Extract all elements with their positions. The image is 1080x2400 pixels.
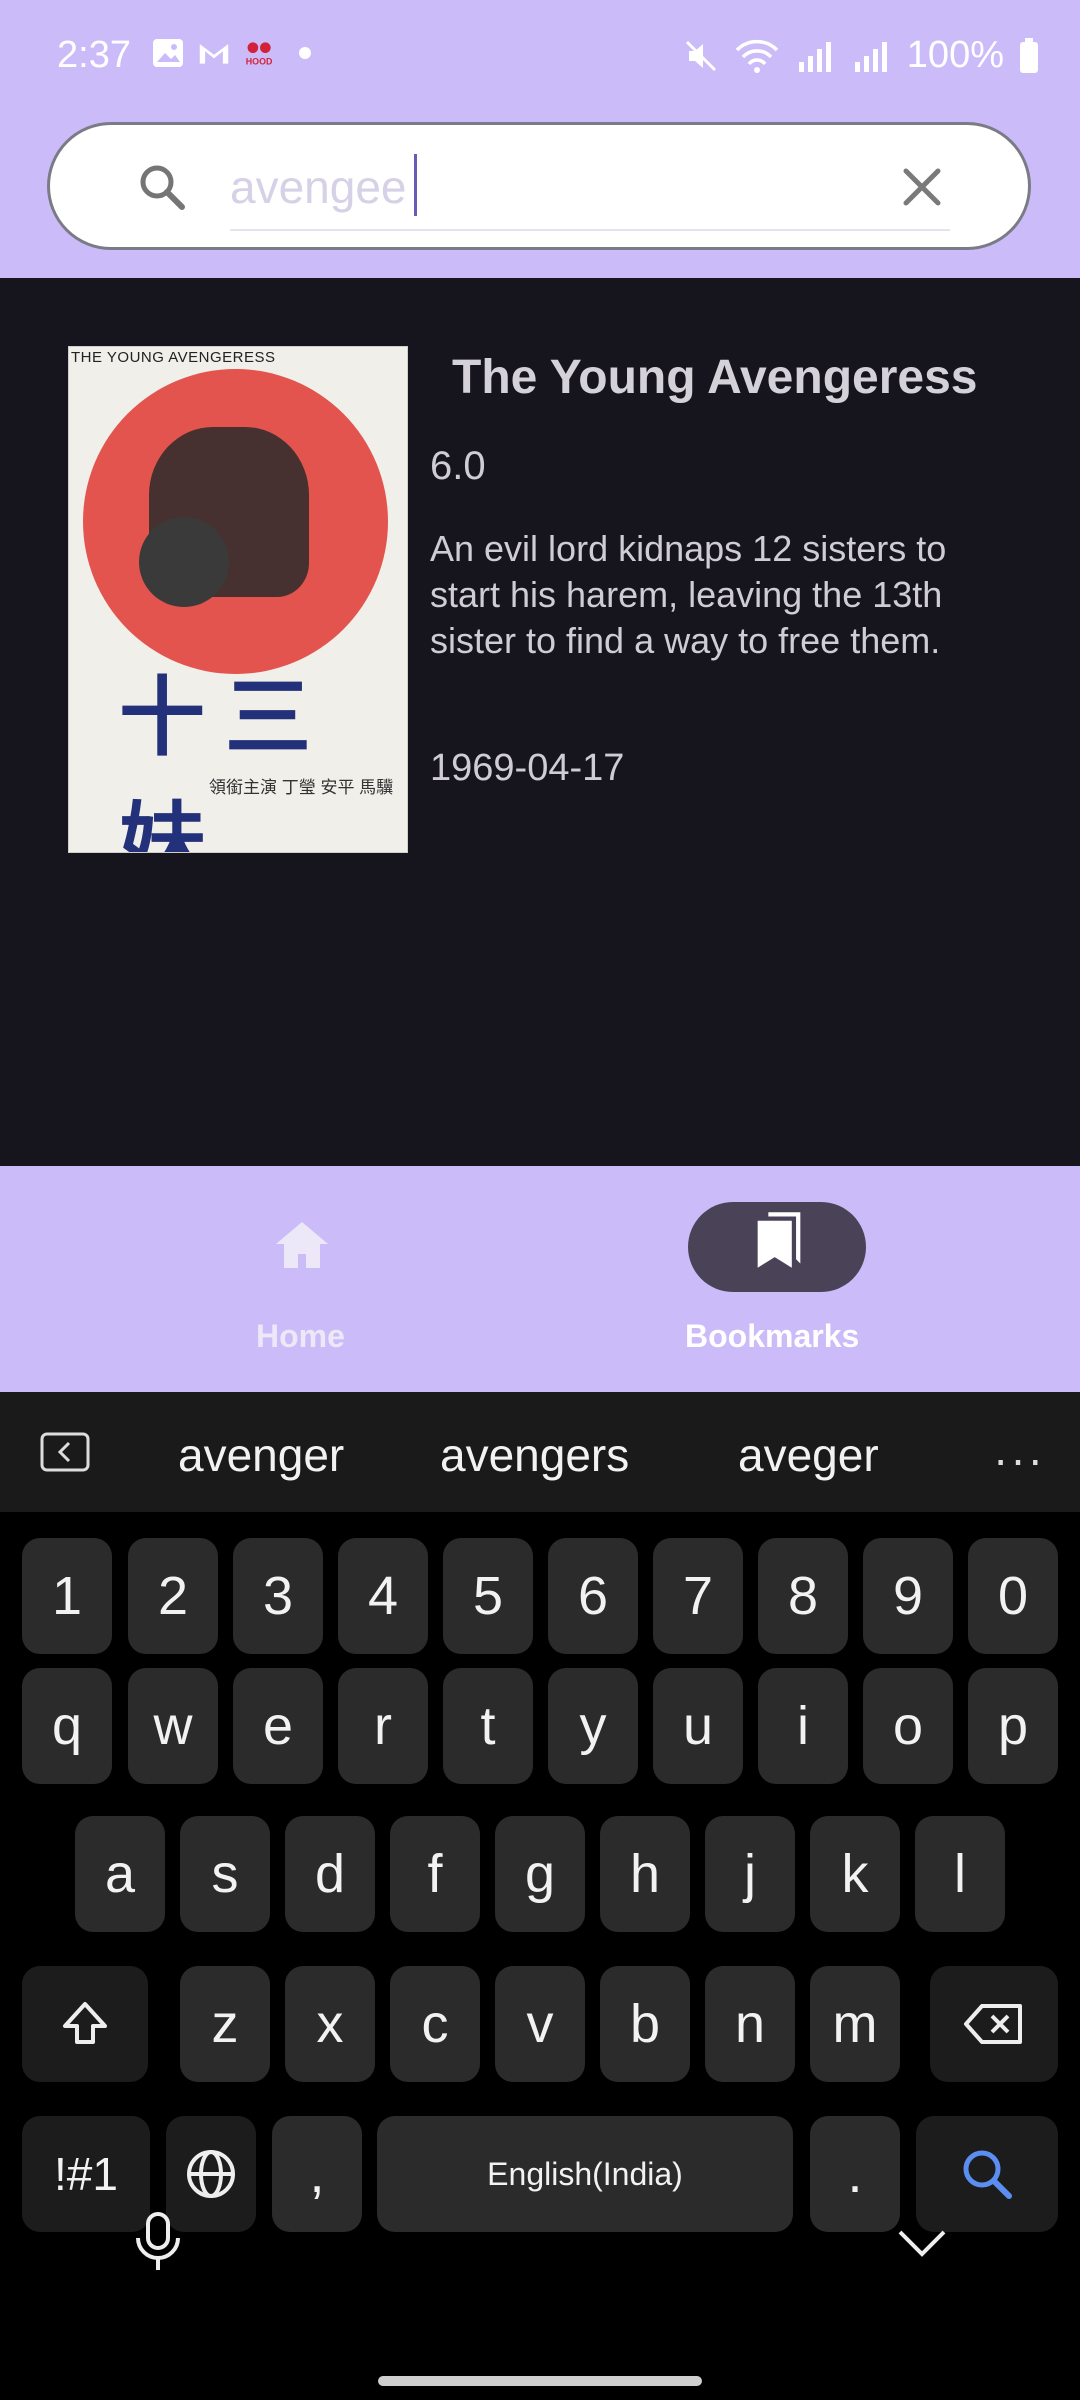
key-o[interactable]: o [863, 1668, 953, 1784]
bottom-navigation: Home Bookmarks [0, 1166, 1080, 1392]
key-a[interactable]: a [75, 1816, 165, 1932]
svg-text:HOOD: HOOD [246, 57, 273, 67]
key-d[interactable]: d [285, 1816, 375, 1932]
key-4[interactable]: 4 [338, 1538, 428, 1654]
keyboard-suggestion-bar: avenger avengers aveger ··· [0, 1392, 1080, 1512]
key-1[interactable]: 1 [22, 1538, 112, 1654]
poster-title-text: THE YOUNG AVENGERESS [71, 349, 276, 366]
shift-key[interactable] [22, 1966, 148, 2082]
movie-release-date: 1969-04-17 [430, 747, 625, 789]
space-key[interactable]: English(India) [377, 2116, 793, 2232]
microphone-icon[interactable] [132, 2212, 184, 2272]
search-bar[interactable] [47, 122, 1031, 250]
key-v[interactable]: v [495, 1966, 585, 2082]
comma-key[interactable]: , [272, 2116, 362, 2232]
nav-item-home[interactable]: Home [0, 1166, 540, 1392]
signal-icon [798, 41, 831, 72]
search-field[interactable] [230, 145, 950, 231]
mute-icon [685, 40, 716, 71]
key-n[interactable]: n [705, 1966, 795, 2082]
key-e[interactable]: e [233, 1668, 323, 1784]
movie-poster[interactable]: THE YOUNG AVENGERESS 十三妹 領銜主演 丁瑩 安平 馬驥 [68, 346, 408, 853]
notification-icons: HOOD [152, 38, 320, 68]
keyboard-toolbar-toggle-icon[interactable] [40, 1432, 90, 1472]
top-app-bar: 2:37 HOOD 100% [0, 0, 1080, 278]
status-time: 2:37 [57, 34, 131, 76]
system-status: 100% [683, 34, 1040, 77]
key-6[interactable]: 6 [548, 1538, 638, 1654]
key-p[interactable]: p [968, 1668, 1058, 1784]
suggestion-1[interactable]: avenger [178, 1428, 344, 1482]
more-suggestions-button[interactable]: ··· [993, 1432, 1045, 1486]
gallery-icon [153, 39, 183, 67]
dot-icon [299, 47, 311, 59]
key-h[interactable]: h [600, 1816, 690, 1932]
poster-face [139, 517, 229, 607]
backspace-icon [964, 2004, 1022, 2044]
nav-item-bookmarks[interactable]: Bookmarks [540, 1166, 1080, 1392]
key-j[interactable]: j [705, 1816, 795, 1932]
signal-icon [854, 41, 887, 72]
period-key[interactable]: . [810, 2116, 900, 2232]
key-3[interactable]: 3 [233, 1538, 323, 1654]
home-icon [276, 1222, 328, 1268]
wifi-icon [735, 39, 779, 73]
search-action-key[interactable] [916, 2116, 1058, 2232]
key-b[interactable]: b [600, 1966, 690, 2082]
nav-label-bookmarks: Bookmarks [685, 1318, 860, 1354]
key-i[interactable]: i [758, 1668, 848, 1784]
key-y[interactable]: y [548, 1668, 638, 1784]
battery-percent: 100% [906, 34, 1004, 76]
text-cursor [414, 154, 417, 216]
key-0[interactable]: 0 [968, 1538, 1058, 1654]
key-g[interactable]: g [495, 1816, 585, 1932]
bookmarks-icon [757, 1212, 801, 1268]
movie-rating: 6.0 [430, 444, 486, 488]
search-input[interactable] [230, 145, 950, 229]
shift-icon [63, 2002, 107, 2044]
key-s[interactable]: s [180, 1816, 270, 1932]
key-u[interactable]: u [653, 1668, 743, 1784]
movie-title[interactable]: The Young Avengeress [452, 350, 977, 405]
search-icon [140, 165, 185, 210]
poster-credits: 領銜主演 丁瑩 安平 馬驥 [209, 778, 394, 797]
globe-icon [187, 2150, 235, 2198]
suggestion-3[interactable]: aveger [738, 1428, 879, 1482]
key-5[interactable]: 5 [443, 1538, 533, 1654]
key-8[interactable]: 8 [758, 1538, 848, 1654]
key-l[interactable]: l [915, 1816, 1005, 1932]
key-m[interactable]: m [810, 1966, 900, 2082]
symbols-key[interactable]: !#1 [22, 2116, 150, 2232]
key-9[interactable]: 9 [863, 1538, 953, 1654]
close-icon[interactable] [896, 161, 948, 213]
hood-app-icon: HOOD [246, 42, 273, 67]
key-2[interactable]: 2 [128, 1538, 218, 1654]
search-icon [963, 2150, 1012, 2199]
key-r[interactable]: r [338, 1668, 428, 1784]
status-bar: 2:37 HOOD 100% [0, 0, 1080, 115]
key-t[interactable]: t [443, 1668, 533, 1784]
battery-icon [1020, 37, 1038, 73]
key-w[interactable]: w [128, 1668, 218, 1784]
movie-overview: An evil lord kidnaps 12 sisters to start… [430, 528, 947, 661]
hide-keyboard-icon[interactable] [896, 2222, 948, 2262]
backspace-key[interactable] [930, 1966, 1058, 2082]
key-7[interactable]: 7 [653, 1538, 743, 1654]
key-f[interactable]: f [390, 1816, 480, 1932]
key-z[interactable]: z [180, 1966, 270, 2082]
gmail-icon [199, 44, 229, 64]
key-k[interactable]: k [810, 1816, 900, 1932]
key-q[interactable]: q [22, 1668, 112, 1784]
home-indicator[interactable] [378, 2376, 702, 2386]
key-c[interactable]: c [390, 1966, 480, 2082]
poster-chinese-title: 十三妹 [119, 667, 331, 853]
suggestion-2[interactable]: avengers [440, 1428, 629, 1482]
key-x[interactable]: x [285, 1966, 375, 2082]
